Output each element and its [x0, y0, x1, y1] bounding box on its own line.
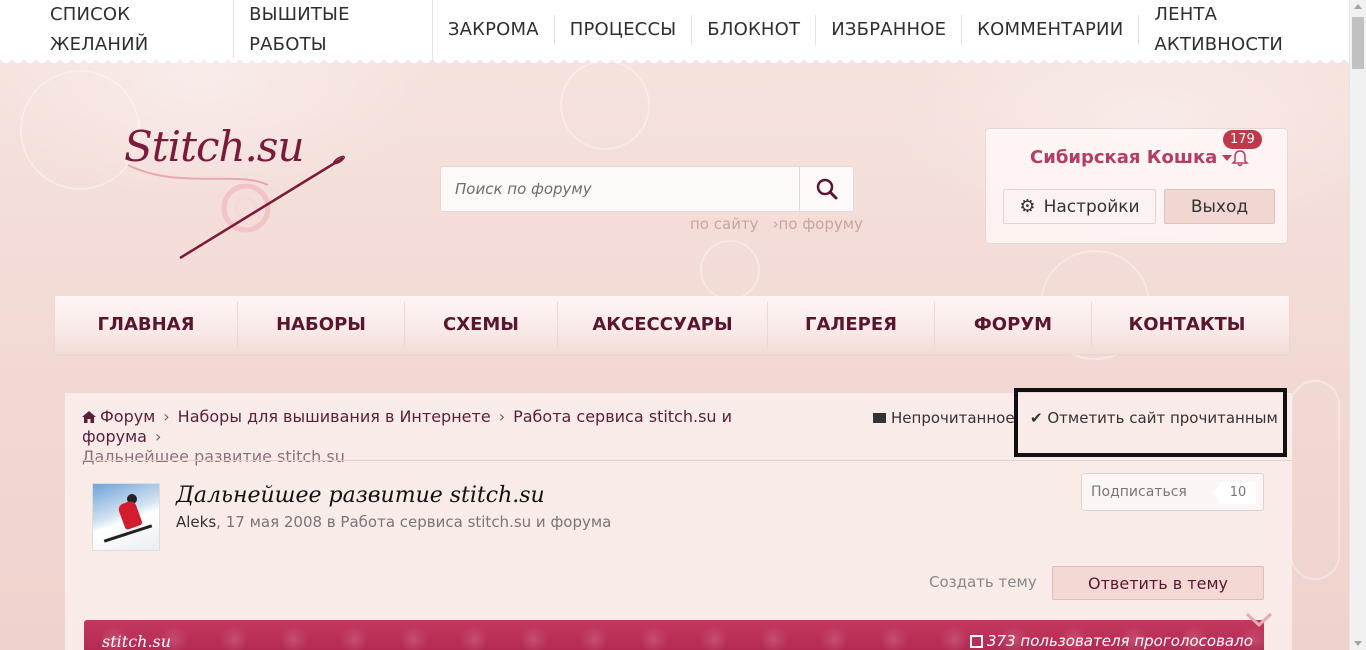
scroll-up-icon[interactable]: [1354, 4, 1362, 9]
chevron-right-icon: ›: [163, 407, 170, 426]
unread-link[interactable]: Непрочитанное: [873, 409, 1015, 427]
reply-label: Ответить в тему: [1088, 573, 1228, 593]
main-nav-home[interactable]: ГЛАВНАЯ: [55, 302, 238, 348]
logout-button[interactable]: Выход: [1164, 189, 1275, 224]
logo-text: Stitch.su: [124, 122, 304, 171]
top-nav-comments[interactable]: КОММЕНТАРИИ: [962, 15, 1140, 45]
breadcrumb: Форум › Наборы для вышивания в Интернете › Р…: [82, 407, 782, 467]
mark-read-highlight: ✔ Отметить сайт прочитанным: [1014, 388, 1287, 457]
poll-title: stitch.su: [102, 632, 172, 650]
search-scope-site[interactable]: по сайту: [690, 215, 759, 233]
background-ornament: [560, 60, 650, 150]
topic-panel: Форум › Наборы для вышивания в Интернете › Р…: [65, 388, 1292, 650]
search-box: [440, 166, 854, 212]
top-nav-favorites[interactable]: ИЗБРАННОЕ: [816, 15, 963, 45]
divider: [82, 460, 1292, 461]
home-icon: [82, 411, 96, 423]
topic-author[interactable]: Aleks: [176, 513, 216, 531]
chevron-right-icon: ›: [498, 407, 506, 426]
settings-button[interactable]: ⚙ Настройки: [1003, 189, 1156, 224]
scroll-to-bottom-button[interactable]: [1231, 600, 1287, 640]
site-logo[interactable]: Stitch.su: [118, 110, 358, 265]
search-input[interactable]: [441, 167, 799, 211]
background-ornament: [700, 240, 760, 300]
create-topic-link[interactable]: Создать тему: [929, 573, 1037, 591]
logout-label: Выход: [1190, 196, 1249, 217]
search-scope-forum[interactable]: ›по форуму: [773, 215, 863, 233]
subscribe-label: Подписаться: [1091, 484, 1187, 500]
subscribe-button[interactable]: Подписаться 10: [1081, 473, 1264, 511]
top-nav-wishlist[interactable]: СПИСОК ЖЕЛАНИЙ: [35, 0, 235, 60]
search-scope: по сайту ›по форуму: [690, 215, 877, 233]
breadcrumb-current: Дальнейшее развитие stitch.su: [82, 447, 345, 466]
main-nav-gallery[interactable]: ГАЛЕРЕЯ: [768, 302, 935, 348]
poll-votes: 373 пользователя проголосовало: [970, 632, 1253, 650]
top-nav-activity-feed[interactable]: ЛЕНТА АКТИВНОСТИ: [1139, 0, 1349, 60]
main-nav: ГЛАВНАЯ НАБОРЫ СХЕМЫ АКСЕССУАРЫ ГАЛЕРЕЯ …: [55, 296, 1289, 354]
background-ornament: [1290, 380, 1340, 580]
main-nav-charts[interactable]: СХЕМЫ: [405, 302, 558, 348]
poll-header: stitch.su 373 пользователя проголосовало: [84, 620, 1264, 650]
main-nav-contacts[interactable]: КОНТАКТЫ: [1092, 302, 1282, 348]
topic-meta: Aleks, 17 мая 2008 в Работа сервиса stit…: [176, 513, 611, 531]
unread-icon: [873, 413, 886, 423]
user-panel: Сибирская Кошка 179 ⚙ Настройки Выход: [985, 128, 1288, 244]
breadcrumb-forum[interactable]: Форум: [100, 407, 155, 426]
search-button[interactable]: [799, 167, 853, 211]
checkbox-icon: [970, 635, 983, 648]
top-nav-processes[interactable]: ПРОЦЕССЫ: [555, 15, 693, 45]
notifications-button[interactable]: [1231, 149, 1249, 172]
check-icon: ✔: [1030, 409, 1043, 427]
top-nav-embroidered-works[interactable]: ВЫШИТЫЕ РАБОТЫ: [234, 0, 433, 60]
main-nav-kits[interactable]: НАБОРЫ: [238, 302, 405, 348]
main-nav-accessories[interactable]: АКСЕССУАРЫ: [558, 302, 768, 348]
chevron-right-icon: ›: [154, 427, 162, 446]
notification-count-badge[interactable]: 179: [1223, 130, 1262, 149]
mark-site-read-link[interactable]: ✔ Отметить сайт прочитанным: [1030, 409, 1278, 427]
gear-icon: ⚙: [1019, 196, 1036, 217]
poll-votes-label: 373 пользователя проголосовало: [987, 632, 1253, 650]
scrollbar-thumb[interactable]: [1352, 17, 1364, 69]
top-nav-stash[interactable]: ЗАКРОМА: [433, 15, 555, 45]
username: Сибирская Кошка: [1030, 147, 1218, 168]
bell-icon: [1231, 150, 1249, 167]
chevron-down-icon: [1245, 612, 1273, 628]
breadcrumb-kits-online[interactable]: Наборы для вышивания в Интернете: [178, 407, 491, 426]
topic-title: Дальнейшее развитие stitch.su: [176, 483, 545, 508]
avatar-skier: [117, 499, 143, 531]
main-nav-forum[interactable]: ФОРУМ: [935, 302, 1092, 348]
search-icon: [816, 178, 837, 200]
scroll-down-icon[interactable]: [1354, 641, 1362, 646]
top-nav-notepad[interactable]: БЛОКНОТ: [692, 15, 817, 45]
user-top-nav: СПИСОК ЖЕЛАНИЙ ВЫШИТЫЕ РАБОТЫ ЗАКРОМА ПР…: [0, 0, 1349, 66]
author-avatar[interactable]: [92, 483, 160, 551]
unread-label: Непрочитанное: [891, 409, 1015, 427]
page-scrollbar[interactable]: [1349, 0, 1366, 650]
username-menu[interactable]: Сибирская Кошка: [1030, 147, 1233, 168]
mark-read-label: Отметить сайт прочитанным: [1047, 409, 1278, 427]
subscribe-count: 10: [1212, 482, 1256, 504]
reply-button[interactable]: Ответить в тему: [1052, 566, 1264, 600]
settings-label: Настройки: [1043, 196, 1140, 217]
topic-date-forum: , 17 мая 2008 в Работа сервиса stitch.su…: [216, 513, 612, 531]
